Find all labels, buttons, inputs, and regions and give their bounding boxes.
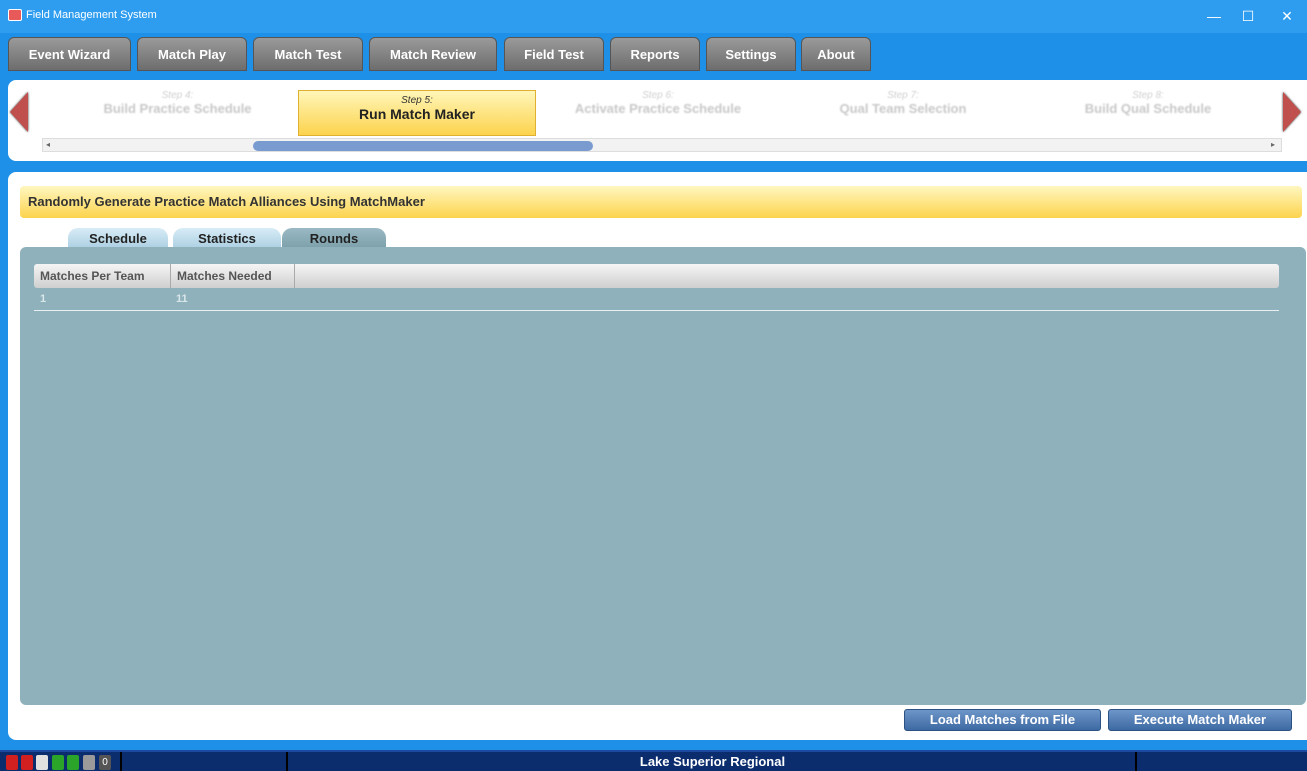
- status-divider: [286, 752, 288, 771]
- app-icon: [8, 9, 22, 21]
- tab-match-play[interactable]: Match Play: [137, 37, 247, 71]
- scroll-right-icon[interactable]: ▸: [1271, 140, 1275, 149]
- load-matches-from-file-button[interactable]: Load Matches from File: [904, 709, 1101, 731]
- main-panel: Randomly Generate Practice Match Allianc…: [8, 172, 1307, 740]
- step-description-banner: Randomly Generate Practice Match Allianc…: [20, 186, 1302, 218]
- step-name: Build Practice Schedule: [103, 101, 252, 116]
- cell-matches-per-team: 1: [40, 293, 47, 305]
- status-indicator: [36, 755, 48, 770]
- step-name: Build Qual Schedule: [1084, 101, 1212, 116]
- status-bar: 0 Lake Superior Regional: [0, 750, 1307, 771]
- tab-settings[interactable]: Settings: [706, 37, 796, 71]
- close-button[interactable]: ✕: [1270, 4, 1304, 28]
- status-indicator: [67, 755, 79, 770]
- tab-event-wizard[interactable]: Event Wizard: [8, 37, 131, 71]
- next-step-arrow-icon[interactable]: [1283, 92, 1301, 132]
- execute-match-maker-button[interactable]: Execute Match Maker: [1108, 709, 1292, 731]
- step-name: Run Match Maker: [359, 106, 475, 122]
- status-indicator: [6, 755, 18, 770]
- step-number: Step 7:: [887, 90, 919, 101]
- column-header-matches-needed[interactable]: Matches Needed: [171, 264, 295, 288]
- previous-step-arrow-icon[interactable]: [10, 92, 28, 132]
- status-indicator: [83, 755, 95, 770]
- wizard-step-6[interactable]: Step 6: Activate Practice Schedule: [543, 90, 773, 136]
- rounds-content-area: Matches Per Team Matches Needed 1 11: [20, 247, 1306, 705]
- maximize-button[interactable]: ☐: [1231, 4, 1265, 28]
- cell-matches-needed: 11: [176, 293, 188, 305]
- status-indicator: [21, 755, 33, 770]
- tab-about[interactable]: About: [801, 37, 871, 71]
- step-number: Step 6:: [642, 90, 674, 101]
- grid-header: Matches Per Team Matches Needed: [34, 264, 1279, 288]
- table-row[interactable]: 1 11: [34, 291, 1279, 311]
- tab-match-review[interactable]: Match Review: [369, 37, 497, 71]
- scroll-left-icon[interactable]: ◂: [46, 140, 50, 149]
- tab-reports[interactable]: Reports: [610, 37, 700, 71]
- step-number: Step 5:: [401, 95, 433, 106]
- window-title: Field Management System: [26, 9, 157, 21]
- wizard-step-7[interactable]: Step 7: Qual Team Selection: [798, 90, 1008, 136]
- main-nav: Event Wizard Match Play Match Test Match…: [0, 33, 1307, 73]
- tab-match-test[interactable]: Match Test: [253, 37, 363, 71]
- status-count-badge: 0: [99, 755, 111, 770]
- column-header-matches-per-team[interactable]: Matches Per Team: [34, 264, 171, 288]
- step-number: Step 8:: [1132, 90, 1164, 101]
- step-name: Activate Practice Schedule: [574, 101, 742, 116]
- status-indicator: [52, 755, 64, 770]
- status-divider: [1135, 752, 1137, 771]
- wizard-step-8[interactable]: Step 8: Build Qual Schedule: [1038, 90, 1258, 136]
- minimize-button[interactable]: —: [1197, 4, 1231, 28]
- wizard-horizontal-scrollbar[interactable]: ◂ ▸: [42, 138, 1282, 152]
- tab-field-test[interactable]: Field Test: [504, 37, 604, 71]
- scrollbar-thumb[interactable]: [253, 141, 593, 151]
- step-name: Qual Team Selection: [839, 101, 967, 116]
- wizard-step-strip: Step 4: Build Practice Schedule Step 5: …: [8, 80, 1307, 161]
- title-bar: Field Management System — ☐ ✕: [0, 0, 1307, 33]
- wizard-step-5-active[interactable]: Step 5: Run Match Maker: [298, 90, 536, 136]
- event-name: Lake Superior Regional: [639, 754, 786, 769]
- wizard-step-4[interactable]: Step 4: Build Practice Schedule: [70, 90, 285, 136]
- step-number: Step 4:: [161, 90, 194, 101]
- status-divider: [120, 752, 122, 771]
